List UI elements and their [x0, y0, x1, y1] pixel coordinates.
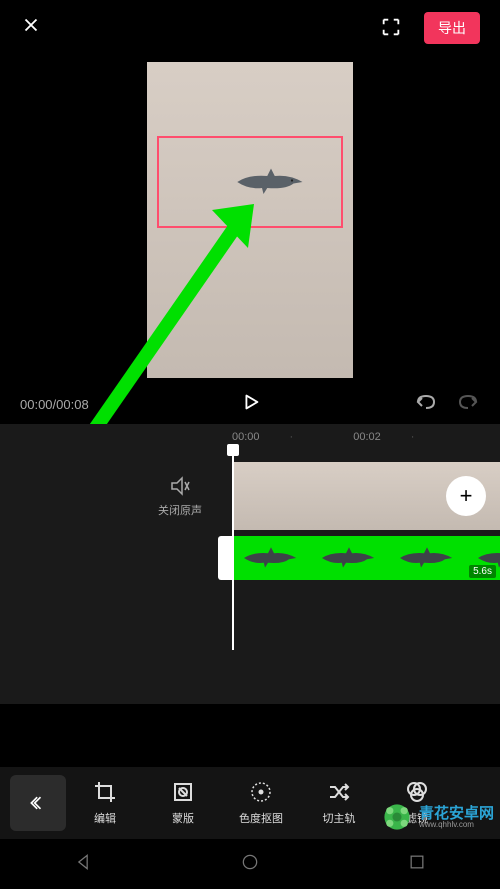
mute-label: 关闭原声	[140, 502, 220, 518]
nav-back[interactable]	[73, 852, 93, 877]
video-thumbnail[interactable]	[368, 462, 436, 530]
nav-home[interactable]	[240, 852, 260, 877]
shuffle-icon	[327, 780, 351, 804]
toolbar-back-button[interactable]	[10, 775, 66, 831]
tool-main-track[interactable]: 切主轨	[300, 780, 378, 826]
clip-handle-left[interactable]	[218, 536, 232, 580]
tool-chroma-key[interactable]: 色度抠图	[222, 780, 300, 826]
redo-button[interactable]	[456, 392, 480, 417]
overlay-shark-preview	[232, 167, 310, 197]
tool-mask[interactable]: 蒙版	[144, 780, 222, 826]
play-button[interactable]	[240, 391, 262, 418]
overlay-track[interactable]: 5.6s	[218, 536, 500, 580]
chroma-icon	[249, 780, 273, 804]
video-thumbnail[interactable]	[300, 462, 368, 530]
time-ruler: 00:00 · 00:02 ·	[0, 424, 500, 450]
time-display: 00:00/00:08	[20, 397, 89, 412]
mute-icon[interactable]	[168, 474, 192, 498]
tool-edit[interactable]: 编辑	[66, 780, 144, 826]
undo-button[interactable]	[414, 392, 438, 417]
shark-thumb-icon	[396, 546, 458, 570]
clip-duration-badge: 5.6s	[469, 565, 496, 578]
fullscreen-icon[interactable]	[380, 16, 404, 40]
video-thumbnail[interactable]	[232, 462, 300, 530]
mask-icon	[171, 780, 195, 804]
timeline[interactable]: 00:00 · 00:02 · 关闭原声 + 5.6s	[0, 424, 500, 704]
export-button[interactable]: 导出	[424, 12, 480, 44]
playhead[interactable]	[232, 450, 234, 650]
nav-recent[interactable]	[407, 852, 427, 877]
watermark-logo-icon	[379, 799, 415, 835]
overlay-clip[interactable]: 5.6s	[232, 536, 500, 580]
add-clip-button[interactable]: +	[446, 476, 486, 516]
video-preview[interactable]	[0, 56, 500, 384]
crop-icon	[93, 780, 117, 804]
close-button[interactable]	[20, 14, 42, 43]
shark-thumb-icon	[240, 546, 302, 570]
shark-thumb-icon	[318, 546, 380, 570]
watermark: 青花安卓网 www.qhhlv.com	[379, 799, 494, 835]
